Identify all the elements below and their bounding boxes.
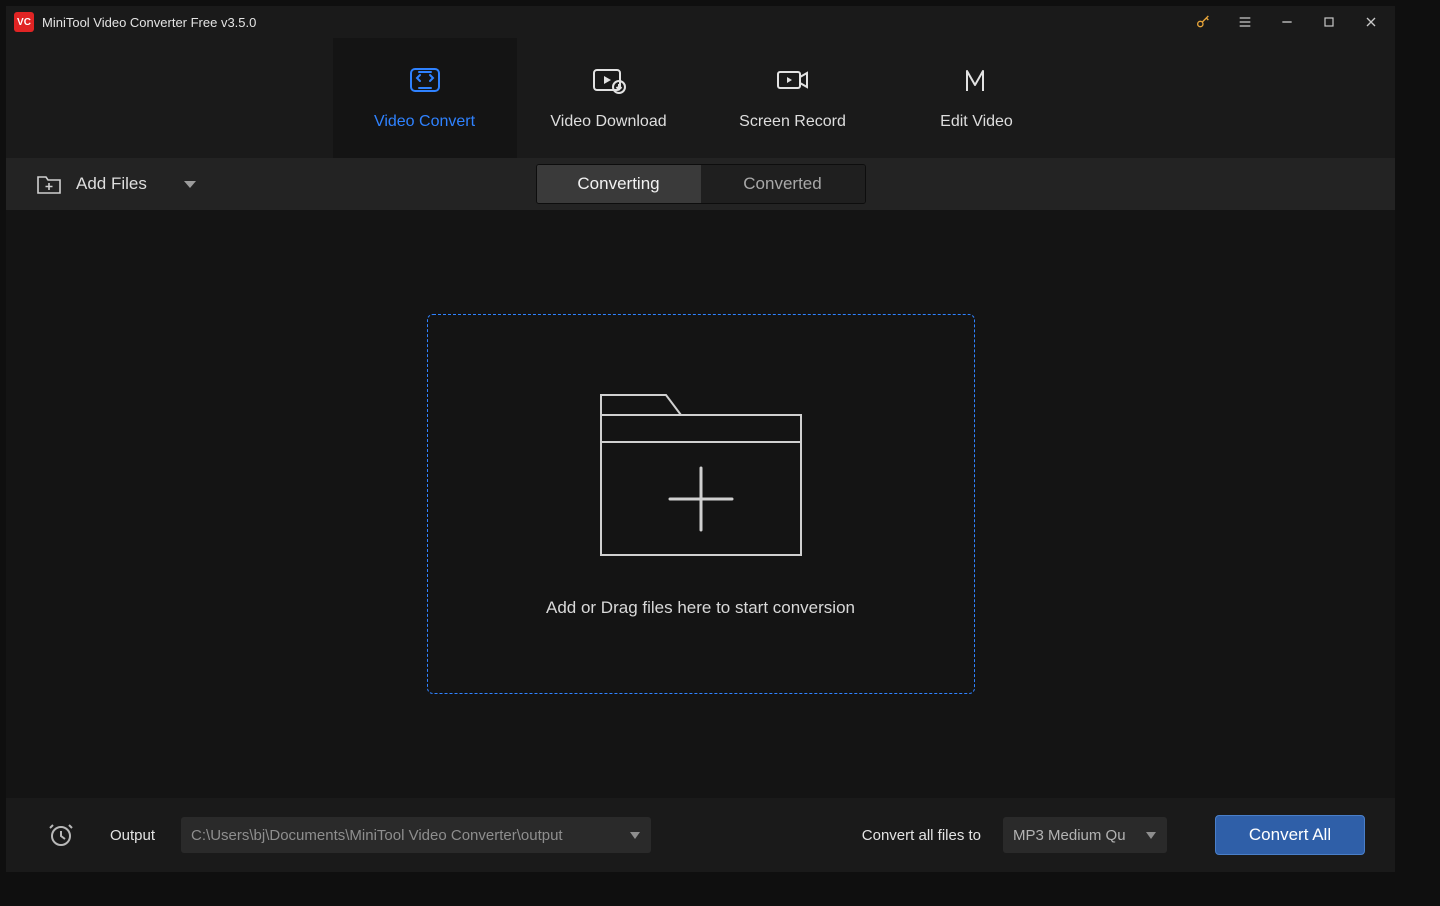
maximize-icon[interactable] <box>1317 10 1341 34</box>
close-icon[interactable] <box>1359 10 1383 34</box>
convert-icon <box>405 65 445 95</box>
conversion-tabs: Converting Converted <box>536 164 866 204</box>
nav-label: Video Convert <box>374 113 475 131</box>
nav-label: Video Download <box>550 113 666 131</box>
convert-all-button[interactable]: Convert All <box>1215 815 1365 855</box>
window-controls <box>1191 10 1389 34</box>
download-icon <box>589 65 629 95</box>
output-path-select[interactable]: C:\Users\bj\Documents\MiniTool Video Con… <box>181 817 651 853</box>
chevron-down-icon <box>629 827 641 844</box>
titlebar: VC MiniTool Video Converter Free v3.5.0 <box>6 6 1395 38</box>
output-path-value: C:\Users\bj\Documents\MiniTool Video Con… <box>191 827 563 844</box>
nav-video-download[interactable]: Video Download <box>517 38 701 158</box>
add-files-label: Add Files <box>76 174 147 194</box>
add-files-button[interactable]: Add Files <box>36 173 197 195</box>
tab-converting[interactable]: Converting <box>537 165 701 203</box>
tab-converted[interactable]: Converted <box>701 165 865 203</box>
nav-label: Edit Video <box>940 113 1013 131</box>
chevron-down-icon <box>1145 827 1157 844</box>
top-nav: Video Convert Video Download Screen Reco… <box>6 38 1395 158</box>
minimize-icon[interactable] <box>1275 10 1299 34</box>
chevron-down-icon[interactable] <box>183 174 197 194</box>
edit-icon <box>957 65 997 95</box>
format-select[interactable]: MP3 Medium Qu <box>1003 817 1167 853</box>
output-label: Output <box>110 827 155 844</box>
dropzone[interactable]: Add or Drag files here to start conversi… <box>427 314 975 694</box>
app-logo-icon: VC <box>14 12 34 32</box>
toolbar: Add Files Converting Converted <box>6 158 1395 210</box>
nav-label: Screen Record <box>739 113 846 131</box>
convert-all-label: Convert all files to <box>862 827 981 844</box>
content-area: Add or Drag files here to start conversi… <box>6 210 1395 798</box>
clock-icon[interactable] <box>48 822 74 848</box>
folder-plus-icon <box>596 390 806 560</box>
dropzone-text: Add or Drag files here to start conversi… <box>546 598 855 618</box>
window-title: MiniTool Video Converter Free v3.5.0 <box>42 15 256 30</box>
record-icon <box>773 65 813 95</box>
menu-icon[interactable] <box>1233 10 1257 34</box>
app-window: VC MiniTool Video Converter Free v3.5.0 <box>6 6 1395 872</box>
nav-edit-video[interactable]: Edit Video <box>885 38 1069 158</box>
nav-screen-record[interactable]: Screen Record <box>701 38 885 158</box>
nav-video-convert[interactable]: Video Convert <box>333 38 517 158</box>
key-icon[interactable] <box>1191 10 1215 34</box>
format-value: MP3 Medium Qu <box>1013 827 1126 844</box>
add-folder-icon <box>36 173 62 195</box>
footer: Output C:\Users\bj\Documents\MiniTool Vi… <box>6 798 1395 872</box>
